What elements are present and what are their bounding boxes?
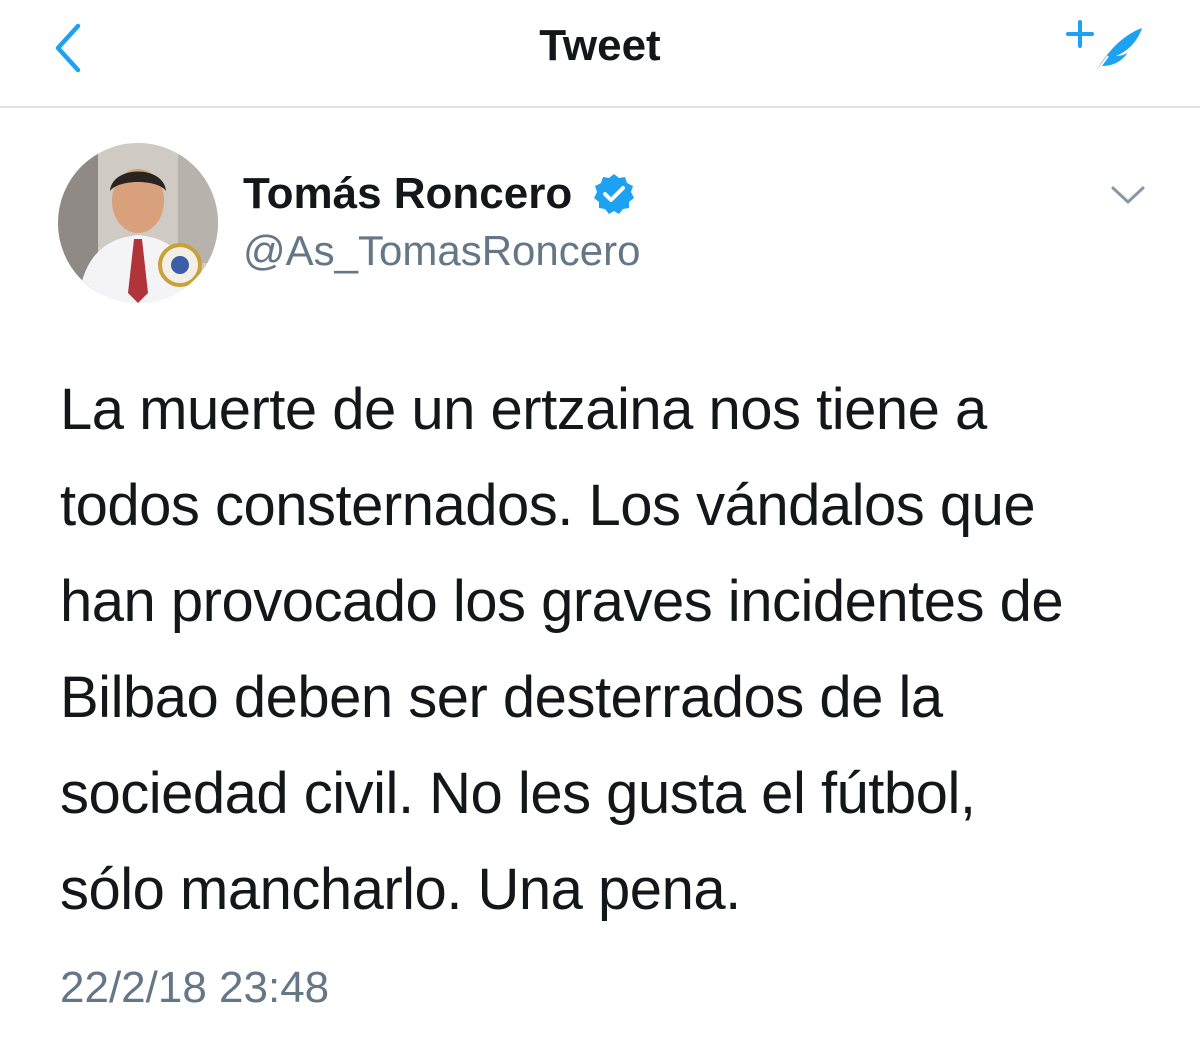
profile-photo xyxy=(58,143,218,303)
page-title: Tweet xyxy=(539,21,661,70)
compose-tweet-icon xyxy=(1066,20,1142,79)
tweet-text-line: sólo mancharlo. Una pena. xyxy=(60,857,741,922)
author-handle[interactable]: @As_TomasRoncero xyxy=(243,226,640,276)
tweet-text-line: Bilbao deben ser desterrados de la xyxy=(60,665,943,730)
tweet-timestamp: 22/2/18 23:48 xyxy=(60,963,330,1012)
tweet-text-line: todos consternados. Los vándalos que xyxy=(60,473,1036,538)
more-options-button[interactable] xyxy=(1108,180,1148,210)
chevron-down-icon xyxy=(1111,186,1145,204)
tweet-text-line: sociedad civil. No les gusta el fútbol, xyxy=(60,761,976,826)
tweet-text-line: han provocado los graves incidentes de xyxy=(60,569,1064,634)
tweet-text-line: La muerte de un ertzaina nos tiene a xyxy=(60,377,987,442)
navigation-bar: Tweet xyxy=(0,0,1200,108)
author-name[interactable]: Tomás Roncero xyxy=(243,168,572,220)
tweet-text: La muerte de un ertzaina nos tiene a tod… xyxy=(60,362,1170,938)
verified-badge-icon xyxy=(592,172,636,216)
avatar[interactable] xyxy=(58,143,218,303)
compose-tweet-button[interactable] xyxy=(1064,16,1154,86)
